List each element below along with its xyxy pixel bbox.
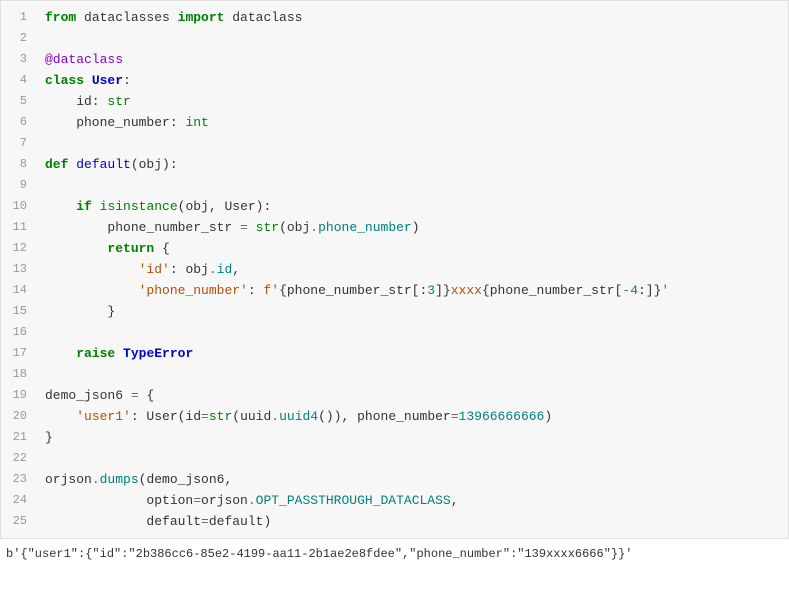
line-number: 3 xyxy=(1,49,37,70)
code-line: def default(obj): xyxy=(45,154,780,175)
code-line: return { xyxy=(45,238,780,259)
line-number: 10 xyxy=(1,196,37,217)
code-line: demo_json6 = { xyxy=(45,385,780,406)
line-number: 18 xyxy=(1,364,37,385)
line-number: 13 xyxy=(1,259,37,280)
code-line xyxy=(45,364,780,385)
line-number: 19 xyxy=(1,385,37,406)
code-line: phone_number: int xyxy=(45,112,780,133)
line-number: 6 xyxy=(1,112,37,133)
code-line: 'id': obj.id, xyxy=(45,259,780,280)
code-line: @dataclass xyxy=(45,49,780,70)
code-line: from dataclasses import dataclass xyxy=(45,7,780,28)
line-number-gutter: 1234567891011121314151617181920212223242… xyxy=(1,1,37,538)
line-number: 20 xyxy=(1,406,37,427)
line-number: 12 xyxy=(1,238,37,259)
line-number: 24 xyxy=(1,490,37,511)
line-number: 22 xyxy=(1,448,37,469)
line-number: 25 xyxy=(1,511,37,532)
code-line: } xyxy=(45,427,780,448)
line-number: 17 xyxy=(1,343,37,364)
output-block: b'{"user1":{"id":"2b386cc6-85e2-4199-aa1… xyxy=(0,539,789,569)
code-line: class User: xyxy=(45,70,780,91)
line-number: 1 xyxy=(1,7,37,28)
code-line: phone_number_str = str(obj.phone_number) xyxy=(45,217,780,238)
code-line xyxy=(45,133,780,154)
line-number: 9 xyxy=(1,175,37,196)
line-number: 15 xyxy=(1,301,37,322)
line-number: 7 xyxy=(1,133,37,154)
line-number: 2 xyxy=(1,28,37,49)
code-area[interactable]: from dataclasses import dataclass @datacl… xyxy=(37,1,788,538)
code-line xyxy=(45,28,780,49)
line-number: 23 xyxy=(1,469,37,490)
code-line: orjson.dumps(demo_json6, xyxy=(45,469,780,490)
code-line: default=default) xyxy=(45,511,780,532)
line-number: 21 xyxy=(1,427,37,448)
code-line: raise TypeError xyxy=(45,343,780,364)
code-line: 'user1': User(id=str(uuid.uuid4()), phon… xyxy=(45,406,780,427)
line-number: 16 xyxy=(1,322,37,343)
code-line: option=orjson.OPT_PASSTHROUGH_DATACLASS, xyxy=(45,490,780,511)
code-block: 1234567891011121314151617181920212223242… xyxy=(0,0,789,539)
line-number: 5 xyxy=(1,91,37,112)
code-line xyxy=(45,322,780,343)
line-number: 11 xyxy=(1,217,37,238)
code-line: id: str xyxy=(45,91,780,112)
code-line: if isinstance(obj, User): xyxy=(45,196,780,217)
line-number: 14 xyxy=(1,280,37,301)
code-line: 'phone_number': f'{phone_number_str[:3]}… xyxy=(45,280,780,301)
code-line xyxy=(45,448,780,469)
code-line: } xyxy=(45,301,780,322)
code-line xyxy=(45,175,780,196)
line-number: 8 xyxy=(1,154,37,175)
line-number: 4 xyxy=(1,70,37,91)
